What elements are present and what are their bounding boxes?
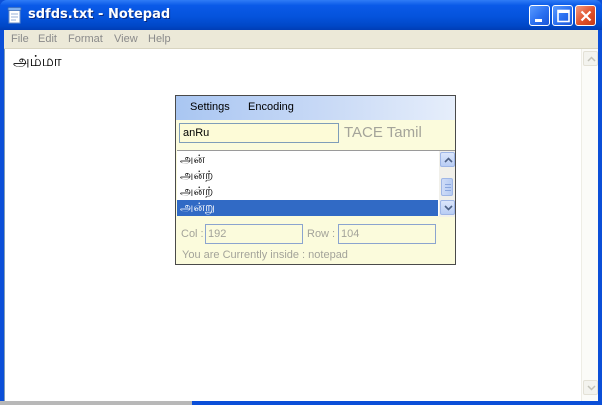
window-bottom-border (0, 401, 602, 405)
candidate-item[interactable]: அன் (177, 152, 438, 168)
notepad-window: sdfds.txt - Notepad File Edit Format Vie… (0, 0, 602, 405)
menu-edit[interactable]: Edit (38, 31, 57, 47)
ime-menu-bar: Settings Encoding (176, 96, 455, 120)
maximize-icon (557, 9, 570, 23)
ime-status-text: You are Currently inside : notepad (182, 249, 348, 261)
editor-vertical-scrollbar[interactable] (581, 49, 598, 401)
candidate-scroll-thumb[interactable] (441, 178, 453, 196)
menu-help[interactable]: Help (148, 31, 171, 47)
menu-format[interactable]: Format (68, 31, 103, 47)
row-field[interactable]: 104 (338, 224, 436, 244)
candidate-scrollbar[interactable] (439, 151, 455, 217)
menu-file[interactable]: File (11, 31, 29, 47)
candidate-item[interactable]: அன்ற் (177, 184, 438, 200)
minimize-button[interactable] (529, 5, 550, 26)
scroll-down-button[interactable] (583, 380, 598, 395)
transliteration-input[interactable]: anRu (179, 123, 339, 143)
menu-bar: File Edit Format View Help (4, 30, 598, 49)
chevron-up-icon (444, 157, 453, 163)
taskbar-fragment (0, 401, 192, 405)
scroll-up-button[interactable] (583, 51, 598, 66)
title-bar[interactable]: sdfds.txt - Notepad (0, 0, 602, 30)
candidate-item[interactable]: அன்ற் (177, 168, 438, 184)
candidate-scroll-down[interactable] (440, 200, 455, 215)
ime-brand-label: TACE Tamil (344, 124, 422, 141)
window-title: sdfds.txt - Notepad (28, 7, 171, 22)
minimize-icon (535, 19, 542, 22)
chevron-down-icon (587, 385, 596, 391)
chevron-down-icon (444, 205, 453, 211)
ime-menu-settings[interactable]: Settings (190, 101, 230, 113)
candidate-scroll-up[interactable] (440, 152, 455, 167)
editor-content: அம்மா (13, 52, 62, 70)
chevron-up-icon (587, 56, 596, 62)
candidate-item-selected[interactable]: அன்று (177, 200, 438, 216)
close-button[interactable] (575, 5, 596, 26)
col-label: Col : (181, 228, 204, 240)
candidate-list[interactable]: அன் அன்ற் அன்ற் அன்று (177, 150, 455, 217)
ime-menu-encoding[interactable]: Encoding (248, 101, 294, 113)
tamil-ime-panel[interactable]: Settings Encoding anRu TACE Tamil அன் அன… (175, 95, 456, 265)
col-field[interactable]: 192 (205, 224, 303, 244)
notepad-icon[interactable] (7, 7, 22, 24)
menu-view[interactable]: View (114, 31, 138, 47)
maximize-button[interactable] (552, 5, 573, 26)
close-icon (580, 10, 592, 22)
row-label: Row : (307, 228, 336, 240)
